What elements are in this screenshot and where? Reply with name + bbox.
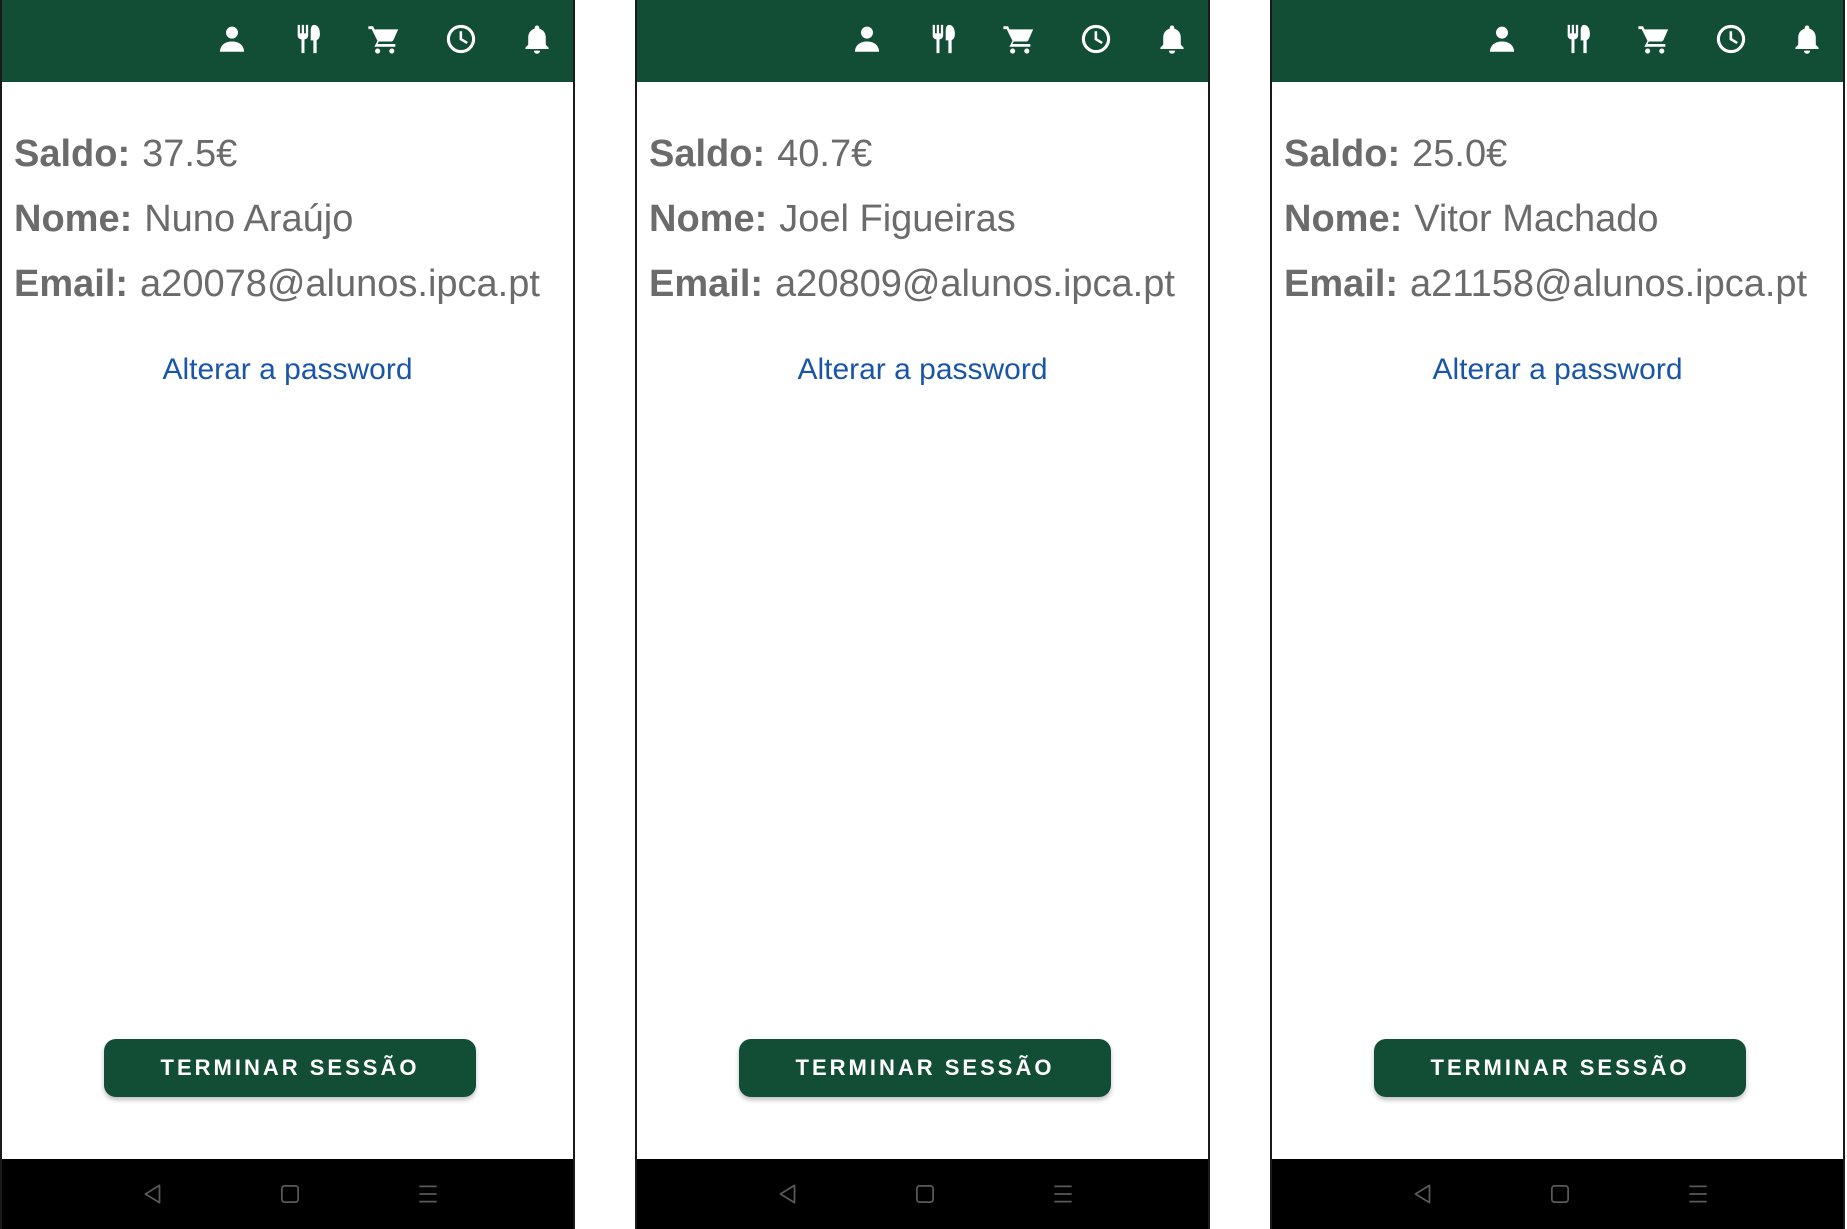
name-value: Nuno Araújo bbox=[144, 198, 354, 240]
balance-value: 25.0€ bbox=[1412, 133, 1508, 175]
email-row: Email: a20809@alunos.ipca.pt bbox=[649, 252, 1175, 317]
person-icon[interactable] bbox=[1482, 19, 1522, 59]
home-square-icon[interactable] bbox=[909, 1178, 941, 1210]
profile-screens: Saldo: 37.5€ Nome: Nuno Araújo Email: a2007… bbox=[0, 0, 1847, 1229]
system-nav-bar bbox=[1272, 1159, 1843, 1229]
app-top-bar bbox=[637, 0, 1208, 82]
app-top-bar bbox=[2, 0, 573, 82]
account-info: Saldo: 25.0€ Nome: Vitor Machado Email: a21… bbox=[1284, 122, 1807, 317]
person-icon[interactable] bbox=[212, 19, 252, 59]
email-row: Email: a21158@alunos.ipca.pt bbox=[1284, 252, 1807, 317]
balance-value: 37.5€ bbox=[142, 133, 238, 175]
change-password-link[interactable]: Alterar a password bbox=[1272, 353, 1843, 387]
change-password-link[interactable]: Alterar a password bbox=[2, 353, 573, 387]
clock-icon[interactable] bbox=[1076, 19, 1116, 59]
system-nav-bar bbox=[2, 1159, 573, 1229]
email-value: a20078@alunos.ipca.pt bbox=[140, 263, 540, 305]
balance-label: Saldo: bbox=[1284, 133, 1401, 175]
restaurant-icon[interactable] bbox=[924, 19, 964, 59]
name-label: Nome: bbox=[649, 198, 768, 240]
name-row: Nome: Nuno Araújo bbox=[14, 187, 540, 252]
email-label: Email: bbox=[649, 263, 764, 305]
restaurant-icon[interactable] bbox=[289, 19, 329, 59]
bell-icon[interactable] bbox=[1152, 19, 1192, 59]
recents-lines-icon[interactable] bbox=[1047, 1178, 1079, 1210]
account-info: Saldo: 37.5€ Nome: Nuno Araújo Email: a2007… bbox=[14, 122, 540, 317]
balance-label: Saldo: bbox=[14, 133, 131, 175]
recents-lines-icon[interactable] bbox=[412, 1178, 444, 1210]
clock-icon[interactable] bbox=[1711, 19, 1751, 59]
back-triangle-icon[interactable] bbox=[772, 1178, 804, 1210]
bell-icon[interactable] bbox=[1787, 19, 1827, 59]
phone-screen: Saldo: 25.0€ Nome: Vitor Machado Email: a21… bbox=[1270, 0, 1845, 1229]
home-square-icon[interactable] bbox=[1544, 1178, 1576, 1210]
logout-button[interactable]: TERMINAR SESSÃO bbox=[739, 1039, 1111, 1097]
home-square-icon[interactable] bbox=[274, 1178, 306, 1210]
balance-row: Saldo: 40.7€ bbox=[649, 122, 1175, 187]
cart-icon[interactable] bbox=[364, 19, 404, 59]
phone-screen: Saldo: 40.7€ Nome: Joel Figueiras Email: a2… bbox=[635, 0, 1210, 1229]
name-value: Vitor Machado bbox=[1414, 198, 1659, 240]
email-label: Email: bbox=[14, 263, 129, 305]
balance-label: Saldo: bbox=[649, 133, 766, 175]
email-value: a21158@alunos.ipca.pt bbox=[1410, 263, 1808, 305]
email-value: a20809@alunos.ipca.pt bbox=[775, 263, 1175, 305]
person-icon[interactable] bbox=[847, 19, 887, 59]
back-triangle-icon[interactable] bbox=[1407, 1178, 1439, 1210]
change-password-link[interactable]: Alterar a password bbox=[637, 353, 1208, 387]
system-nav-bar bbox=[637, 1159, 1208, 1229]
back-triangle-icon[interactable] bbox=[137, 1178, 169, 1210]
app-top-bar bbox=[1272, 0, 1843, 82]
name-label: Nome: bbox=[1284, 198, 1403, 240]
restaurant-icon[interactable] bbox=[1559, 19, 1599, 59]
email-label: Email: bbox=[1284, 263, 1399, 305]
account-info: Saldo: 40.7€ Nome: Joel Figueiras Email: a2… bbox=[649, 122, 1175, 317]
clock-icon[interactable] bbox=[441, 19, 481, 59]
cart-icon[interactable] bbox=[1634, 19, 1674, 59]
name-row: Nome: Joel Figueiras bbox=[649, 187, 1175, 252]
balance-row: Saldo: 25.0€ bbox=[1284, 122, 1807, 187]
name-label: Nome: bbox=[14, 198, 133, 240]
name-value: Joel Figueiras bbox=[779, 198, 1016, 240]
bell-icon[interactable] bbox=[517, 19, 557, 59]
cart-icon[interactable] bbox=[999, 19, 1039, 59]
logout-button[interactable]: TERMINAR SESSÃO bbox=[1374, 1039, 1746, 1097]
recents-lines-icon[interactable] bbox=[1682, 1178, 1714, 1210]
logout-button[interactable]: TERMINAR SESSÃO bbox=[104, 1039, 476, 1097]
balance-value: 40.7€ bbox=[777, 133, 873, 175]
balance-row: Saldo: 37.5€ bbox=[14, 122, 540, 187]
phone-screen: Saldo: 37.5€ Nome: Nuno Araújo Email: a2007… bbox=[0, 0, 575, 1229]
email-row: Email: a20078@alunos.ipca.pt bbox=[14, 252, 540, 317]
name-row: Nome: Vitor Machado bbox=[1284, 187, 1807, 252]
